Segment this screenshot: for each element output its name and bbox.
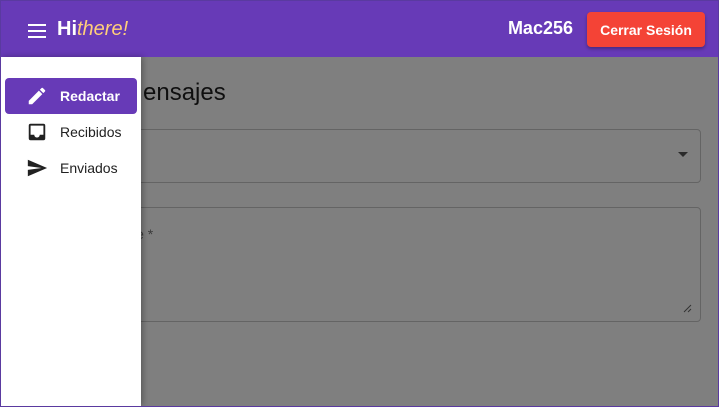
nav-item-recibidos[interactable]: Recibidos: [5, 114, 137, 150]
logout-button[interactable]: Cerrar Sesión: [587, 12, 705, 47]
brand-logo: Hithere!: [57, 15, 128, 43]
app-window: Hithere! Mac256 Cerrar Sesión ensajes je…: [0, 0, 719, 407]
inbox-icon: [28, 123, 46, 141]
navigation-drawer: Redactar Recibidos Enviados: [1, 57, 141, 406]
menu-icon[interactable]: [23, 19, 53, 43]
nav-item-label: Recibidos: [60, 124, 122, 140]
brand-there: there!: [77, 18, 129, 40]
username: Mac256: [507, 18, 573, 38]
app-bar: Hithere! Mac256 Cerrar Sesión: [1, 1, 718, 57]
brand-hi: Hi: [57, 18, 77, 40]
nav-item-enviados[interactable]: Enviados: [5, 150, 137, 186]
pencil-icon: [28, 87, 46, 105]
nav-item-label: Enviados: [60, 160, 118, 176]
nav-item-label: Redactar: [60, 88, 120, 104]
nav-item-redactar[interactable]: Redactar: [5, 78, 137, 114]
send-icon: [27, 159, 48, 177]
